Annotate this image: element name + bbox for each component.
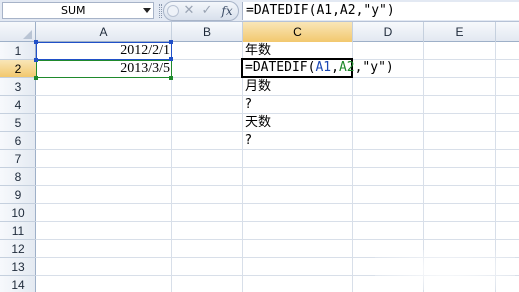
watermark xyxy=(375,250,515,290)
row-header-1[interactable]: 1 xyxy=(0,42,36,60)
enter-icon[interactable]: ✓ xyxy=(200,3,214,19)
cancel-icon[interactable]: ✕ xyxy=(182,3,196,19)
formula-buttons: ✕ ✓ fx xyxy=(163,1,239,21)
formula-toggle-icon[interactable] xyxy=(167,5,179,17)
name-box[interactable]: SUM xyxy=(2,2,154,19)
insert-function-icon[interactable]: fx xyxy=(218,3,236,19)
row-header-14[interactable]: 14 xyxy=(0,276,36,292)
row-header-12[interactable]: 12 xyxy=(0,240,36,258)
row-header-7[interactable]: 7 xyxy=(0,150,36,168)
column-header-a[interactable]: A xyxy=(36,22,172,42)
column-header-e[interactable]: E xyxy=(424,22,496,42)
formula-ref-a1: A1 xyxy=(315,60,332,75)
column-header-d[interactable]: D xyxy=(353,22,424,42)
row-header-13[interactable]: 13 xyxy=(0,258,36,276)
formula-ref-a2: A2 xyxy=(338,60,355,75)
cell-c4[interactable]: ? xyxy=(243,96,353,113)
column-headers: A B C D E xyxy=(0,22,519,42)
name-box-dropdown-icon[interactable] xyxy=(143,8,151,13)
select-all-button[interactable] xyxy=(0,22,36,42)
row-header-2[interactable]: 2 xyxy=(0,60,36,78)
row-header-8[interactable]: 8 xyxy=(0,168,36,186)
column-header-b[interactable]: B xyxy=(172,22,243,42)
column-header-c[interactable]: C xyxy=(243,22,353,42)
formula-separator: , xyxy=(331,60,339,75)
row-header-11[interactable]: 11 xyxy=(0,222,36,240)
cell-a1[interactable]: 2012/2/1 xyxy=(36,42,172,59)
formula-bar-grip[interactable] xyxy=(159,4,162,18)
row-header-9[interactable]: 9 xyxy=(0,186,36,204)
row-header-4[interactable]: 4 xyxy=(0,96,36,114)
cell-c1[interactable]: 年数 xyxy=(243,42,353,59)
worksheet-grid: A B C D E 1 2 3 4 5 6 7 8 9 10 11 12 13 … xyxy=(0,22,519,292)
formula-input[interactable]: =DATEDIF(A1,A2,"y") xyxy=(242,2,519,20)
name-box-value: SUM xyxy=(61,4,86,17)
cell-c6[interactable]: ? xyxy=(243,132,353,149)
row-header-3[interactable]: 3 xyxy=(0,78,36,96)
cell-a2[interactable]: 2013/3/5 xyxy=(36,60,172,77)
select-all-icon xyxy=(23,30,32,39)
formula-suffix: ,"y") xyxy=(354,60,394,75)
row-header-5[interactable]: 5 xyxy=(0,114,36,132)
formula-input-text: =DATEDIF(A1,A2,"y") xyxy=(246,3,395,18)
cell-c2-editing[interactable]: =DATEDIF(A1,A2,"y") xyxy=(241,58,394,78)
row-headers: 1 2 3 4 5 6 7 8 9 10 11 12 13 14 xyxy=(0,42,36,292)
formula-bar: SUM ✕ ✓ fx =DATEDIF(A1,A2,"y") xyxy=(0,0,519,22)
formula-prefix: =DATEDIF( xyxy=(245,60,316,75)
row-header-10[interactable]: 10 xyxy=(0,204,36,222)
cell-c5[interactable]: 天数 xyxy=(243,114,353,131)
row-header-6[interactable]: 6 xyxy=(0,132,36,150)
cell-c3[interactable]: 月数 xyxy=(243,78,353,95)
